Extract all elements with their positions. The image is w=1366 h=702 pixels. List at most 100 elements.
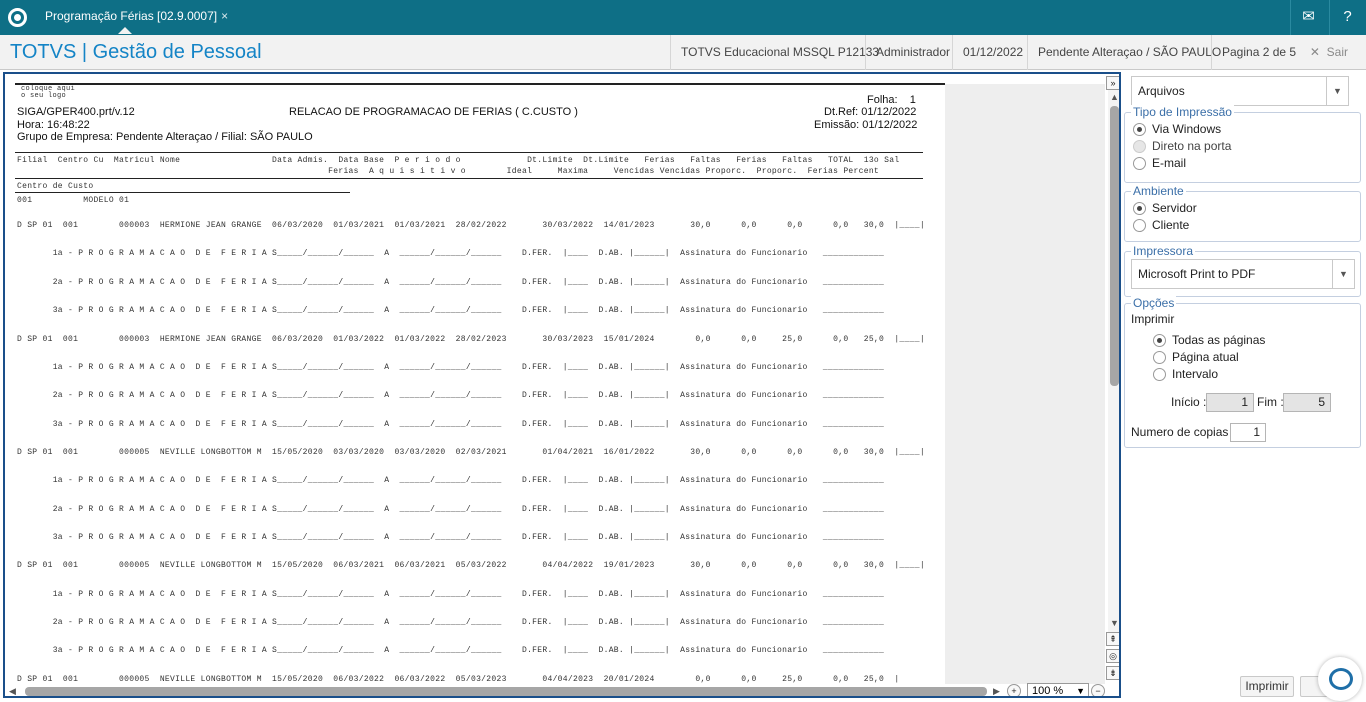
radio-icon (1133, 139, 1146, 153)
totvs-logo-icon[interactable] (8, 8, 27, 27)
programming-row: 1a - P R O G R A M A C A O D E F E R I A… (17, 476, 885, 485)
zoom-in-icon[interactable]: + (1007, 684, 1021, 696)
scroll-up-arrow-icon[interactable]: ▲ (1110, 92, 1119, 102)
header-rule (15, 152, 923, 153)
radio-label: Intervalo (1172, 367, 1219, 381)
print-type-title: Tipo de Impressão (1131, 105, 1234, 119)
report-grupo: Grupo de Empresa: Pendente Alteraçao / F… (17, 131, 313, 143)
last-page-icon[interactable]: ⇟ (1106, 666, 1119, 680)
report-dtref: Dt.Ref: 01/12/2022 (824, 106, 917, 118)
expand-panel-icon[interactable]: » (1106, 76, 1119, 90)
scroll-down-arrow-icon[interactable]: ▼ (1110, 618, 1119, 628)
radio-label: E-mail (1152, 156, 1187, 170)
print-type-group: Tipo de Impressão Via Windows Direto na … (1124, 105, 1361, 183)
print-options-panel: Arquivos ▼ Tipo de Impressão Via Windows… (1122, 72, 1366, 702)
tab-programacao-ferias[interactable]: Programação Férias [02.9.0007] × (37, 0, 237, 35)
programming-row: 2a - P R O G R A M A C A O D E F E R I A… (17, 505, 885, 514)
employee-row: D SP 01 001 000005 NEVILLE LONGBOTTOM M … (17, 561, 925, 570)
environment-group: Ambiente Servidor Cliente (1124, 184, 1361, 242)
radio-current-page[interactable]: Página atual (1153, 350, 1239, 364)
programming-row: 2a - P R O G R A M A C A O D E F E R I A… (17, 391, 885, 400)
tab-close-icon[interactable]: × (221, 0, 228, 33)
app-header: TOTVS | Gestão de Pessoal TOTVS Educacio… (0, 35, 1366, 70)
programming-row: 3a - P R O G R A M A C A O D E F E R I A… (17, 646, 885, 655)
radio-label: Direto na porta (1152, 139, 1232, 153)
programming-row: 1a - P R O G R A M A C A O D E F E R I A… (17, 363, 885, 372)
printer-group: Impressora Microsoft Print to PDF ▼ (1124, 244, 1361, 297)
radio-email[interactable]: E-mail (1133, 156, 1186, 170)
report-preview[interactable]: coloque aqui o seu logo SIGA/GPER400.prt… (3, 72, 1121, 698)
radio-icon (1153, 367, 1166, 381)
programming-row: 3a - P R O G R A M A C A O D E F E R I A… (17, 306, 885, 315)
radio-cliente[interactable]: Cliente (1133, 218, 1189, 232)
programming-row: 3a - P R O G R A M A C A O D E F E R I A… (17, 533, 885, 542)
horizontal-scroll-thumb[interactable] (25, 687, 987, 696)
printer-title: Impressora (1131, 244, 1196, 258)
programming-row: 2a - P R O G R A M A C A O D E F E R I A… (17, 618, 885, 627)
print-button[interactable]: Imprimir (1240, 676, 1294, 697)
radio-all-pages[interactable]: Todas as páginas (1153, 333, 1265, 347)
programming-row: 1a - P R O G R A M A C A O D E F E R I A… (17, 590, 885, 599)
start-page-field[interactable]: 1 (1206, 393, 1254, 412)
radio-label: Cliente (1152, 218, 1190, 232)
employee-row: D SP 01 001 000003 HERMIONE JEAN GRANGE … (17, 335, 925, 344)
column-header-2: Ferias A q u i s i t i v o Ideal Maxima … (17, 167, 880, 176)
programming-row: 1a - P R O G R A M A C A O D E F E R I A… (17, 249, 885, 258)
employee-row: D SP 01 001 000005 NEVILLE LONGBOTTOM M … (17, 675, 900, 684)
output-select-value: Arquivos (1138, 84, 1185, 98)
zoom-out-icon[interactable]: − (1091, 684, 1105, 696)
column-rule (15, 178, 923, 179)
copies-field[interactable]: 1 (1230, 423, 1266, 442)
start-page-label: Início : (1171, 395, 1207, 409)
printer-select[interactable]: Microsoft Print to PDF ▼ (1131, 259, 1355, 289)
scroll-right-arrow-icon[interactable]: ▶ (993, 686, 1000, 696)
radio-label: Servidor (1152, 201, 1197, 215)
tab-active-indicator (118, 27, 132, 34)
radio-label: Via Windows (1152, 122, 1222, 136)
programming-row: 3a - P R O G R A M A C A O D E F E R I A… (17, 420, 885, 429)
mail-icon[interactable]: ✉ (1290, 0, 1326, 35)
date-info: 01/12/2022 (952, 35, 1033, 70)
copies-label: Numero de copias (1131, 425, 1229, 439)
cost-center-rule (15, 192, 350, 193)
employee-row: D SP 01 001 000003 HERMIONE JEAN GRANGE … (17, 221, 925, 230)
report-emissao: Emissão: 01/12/2022 (814, 119, 918, 131)
system-info: TOTVS Educacional MSSQL P12133 (670, 35, 889, 70)
page-info: Pagina 2 de 5 (1211, 35, 1306, 70)
options-title: Opções (1131, 296, 1177, 310)
chat-support-icon[interactable] (1318, 657, 1362, 701)
employee-row: D SP 01 001 000005 NEVILLE LONGBOTTOM M … (17, 448, 925, 457)
company-info: Pendente Alteraçao / SÃO PAULO (1027, 35, 1231, 70)
print-pages-label: Imprimir (1131, 312, 1175, 326)
radio-label: Todas as páginas (1172, 333, 1266, 347)
radio-interval[interactable]: Intervalo (1153, 367, 1218, 381)
radio-via-windows[interactable]: Via Windows (1133, 122, 1221, 136)
top-bar: Programação Férias [02.9.0007] × ✉ ? (0, 0, 1366, 35)
app-brand: TOTVS | Gestão de Pessoal (10, 41, 262, 63)
scroll-left-arrow-icon[interactable]: ◀ (9, 686, 16, 696)
chevron-down-icon: ▼ (1332, 260, 1354, 288)
zoom-value: 100 % (1032, 685, 1064, 697)
output-select[interactable]: Arquivos ▼ (1131, 76, 1349, 106)
end-page-field[interactable]: 5 (1283, 393, 1331, 412)
environment-title: Ambiente (1131, 184, 1186, 198)
radio-direto-porta[interactable]: Direto na porta (1133, 139, 1231, 153)
vertical-scroll-thumb[interactable] (1110, 106, 1119, 386)
radio-label: Página atual (1172, 350, 1239, 364)
user-info: Administrador (865, 35, 960, 70)
exit-button[interactable]: ✕ Sair (1310, 35, 1348, 70)
cost-center-label: Centro de Custo (17, 182, 94, 191)
options-group: Opções Imprimir Todas as páginas Página … (1124, 296, 1361, 448)
printer-select-value: Microsoft Print to PDF (1138, 267, 1256, 281)
report-title: RELACAO DE PROGRAMACAO DE FERIAS ( C.CUS… (289, 106, 578, 118)
radio-servidor[interactable]: Servidor (1133, 201, 1197, 215)
radio-icon (1153, 350, 1166, 364)
cost-center-row: 001 MODELO 01 (17, 196, 130, 205)
page-nav-icon[interactable]: ◎ (1106, 649, 1119, 663)
exit-label: Sair (1326, 45, 1348, 59)
zoom-select[interactable]: 100 % ▼ (1027, 683, 1089, 697)
report-hora: Hora: 16:48:22 (17, 119, 90, 131)
help-icon[interactable]: ? (1329, 0, 1365, 35)
chevron-down-icon: ▼ (1326, 77, 1348, 105)
first-page-icon[interactable]: ⇞ (1106, 632, 1119, 646)
